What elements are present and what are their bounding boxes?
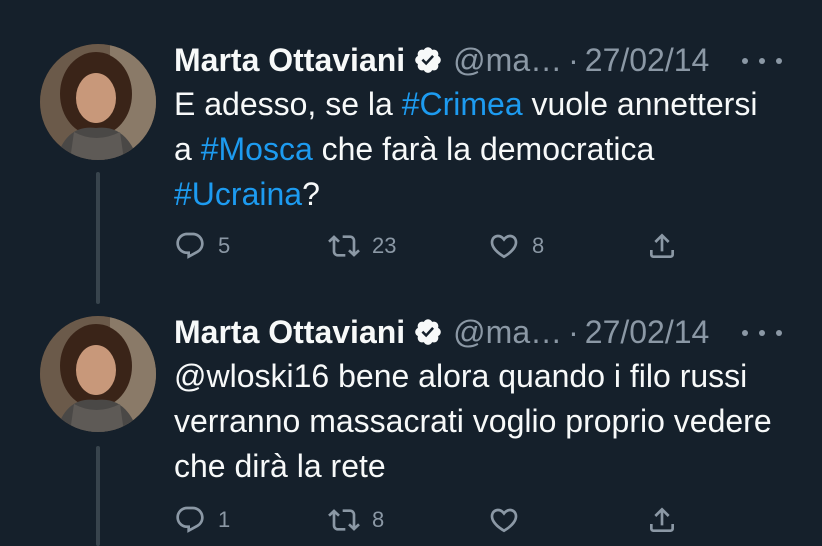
tweet-actions: 1 8 [174,500,694,540]
retweet-button[interactable]: 23 [328,226,396,266]
tweet-header: Marta Ottaviani @ma… · 27/02/14 [174,312,772,352]
share-button[interactable] [646,226,678,266]
reply-count: 1 [218,507,231,532]
tweet-text: @wloski16 bene alora quando i filo russi… [174,358,772,484]
retweet-count: 8 [372,507,385,532]
hashtag-link[interactable]: #Ucraina [174,176,302,212]
tweet-header: Marta Ottaviani @ma… · 27/02/14 [174,40,772,80]
hashtag-link[interactable]: #Mosca [201,131,313,167]
reply-count: 5 [218,233,231,258]
text-part: che farà la democratica [312,131,655,167]
hashtag-link[interactable]: #Crimea [402,86,523,122]
author-name[interactable]: Marta Ottaviani [174,42,405,79]
tweet-date[interactable]: 27/02/14 [585,42,710,79]
reply-icon [176,506,204,533]
tweet-text: E adesso, se la #Crimea vuole annettersi… [174,82,772,217]
tweet-date[interactable]: 27/02/14 [585,314,710,351]
reply-button[interactable]: 1 [174,500,230,540]
like-count: 8 [532,233,545,258]
like-button[interactable] [488,500,532,540]
separator-dot: · [568,41,579,78]
text-part: ? [302,176,320,212]
tweet-actions: 5 23 8 [174,226,694,266]
more-icon[interactable] [742,46,782,76]
author-handle[interactable]: @ma… [453,314,562,351]
avatar-photo-icon [40,44,156,160]
heart-icon [490,508,518,533]
avatar[interactable] [40,44,156,160]
share-icon [650,233,674,258]
avatar[interactable] [40,316,156,432]
retweet-icon [328,235,360,257]
reply-button[interactable]: 5 [174,226,230,266]
thread-line [96,172,100,304]
heart-icon [490,234,518,259]
more-icon[interactable] [742,318,782,348]
thread-line [96,446,100,546]
author-handle[interactable]: @ma… [453,42,562,79]
share-icon [650,507,674,532]
tweet[interactable]: Marta Ottaviani @ma… · 27/02/14 E adesso… [0,0,822,290]
verified-badge-icon [415,319,441,345]
separator-dot: · [568,313,579,350]
text-part: E adesso, se la [174,86,402,122]
like-button[interactable]: 8 [488,226,544,266]
author-name[interactable]: Marta Ottaviani [174,314,405,351]
reply-icon [176,232,204,259]
retweet-icon [328,509,360,531]
retweet-button[interactable]: 8 [328,500,384,540]
tweet[interactable]: Marta Ottaviani @ma… · 27/02/14 @wloski1… [0,290,822,546]
share-button[interactable] [646,500,678,540]
avatar-photo-icon [40,316,156,432]
retweet-count: 23 [372,233,397,258]
verified-badge-icon [415,47,441,73]
